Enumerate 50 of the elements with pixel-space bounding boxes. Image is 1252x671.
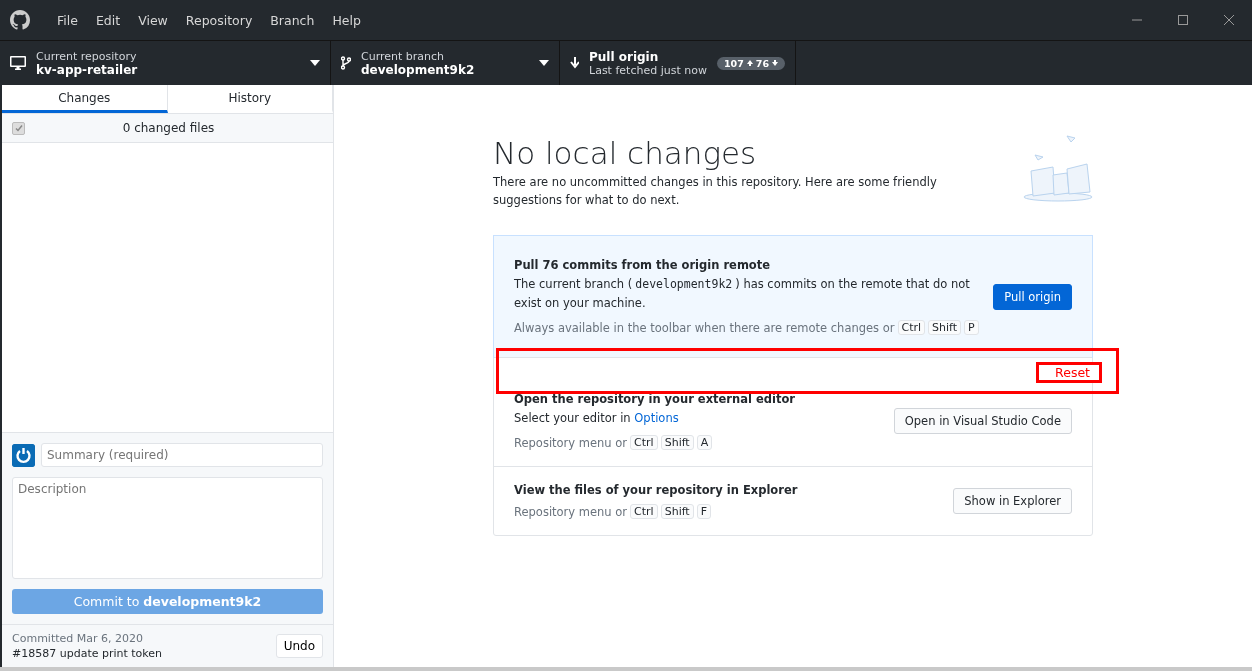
page-title: No local changes xyxy=(493,135,758,171)
shortcut-hint: Repository menu or xyxy=(514,435,628,450)
pull-origin-button[interactable]: Pull origin Last fetched just now 107 76 xyxy=(560,41,796,85)
commit-date: Committed Mar 6, 2020 xyxy=(12,632,144,645)
tab[interactable]: Changes xyxy=(2,85,168,113)
ahead-behind-badge: 107 76 xyxy=(716,56,785,70)
page-description: There are no uncommitted changes in this repository. Here are some friendly suggestions for what to do next. xyxy=(493,174,938,209)
arrow-down-icon xyxy=(570,57,579,69)
monitor-icon xyxy=(10,56,26,70)
github-logo-icon xyxy=(10,10,30,30)
suggestion-title: Pull 76 commits from the origin remote xyxy=(514,258,772,272)
action-button[interactable]: Show in Explorer xyxy=(953,488,1072,514)
branch-icon xyxy=(341,56,351,70)
menu-item[interactable]: Help xyxy=(323,12,370,28)
maximize-icon[interactable] xyxy=(1178,15,1188,25)
menu-item[interactable]: View xyxy=(129,12,177,28)
key-cap: Shift xyxy=(928,320,962,335)
action-button[interactable]: Pull origin xyxy=(993,283,1072,310)
key-cap: Ctrl xyxy=(897,320,926,335)
summary-field[interactable]: Summary (required) xyxy=(41,443,323,467)
key-cap: Shift xyxy=(660,435,694,450)
key-cap: Ctrl xyxy=(630,435,658,450)
select-all-checkbox[interactable] xyxy=(12,121,25,135)
shortcut-hint: Repository menu or xyxy=(514,504,628,519)
suggestion-title: View the files of your repository in Explorer xyxy=(514,483,799,497)
key-cap: Shift xyxy=(660,504,694,519)
commit-message: #18587 update print token xyxy=(12,647,163,660)
changed-files-count: 0 changed files xyxy=(121,121,216,135)
suggestion-text: Select your editor in Options xyxy=(514,410,680,427)
suggestion-title: Open the repository in your external editor xyxy=(514,392,796,406)
description-field[interactable]: Description xyxy=(12,477,323,579)
action-button[interactable]: Open in Visual Studio Code xyxy=(893,408,1072,434)
menu-item[interactable]: File xyxy=(48,12,87,28)
key-cap: A xyxy=(696,435,713,450)
caret-icon xyxy=(310,60,320,66)
key-cap: F xyxy=(696,504,711,519)
menu-item[interactable]: Repository xyxy=(176,12,262,28)
close-icon[interactable] xyxy=(1224,15,1234,25)
options-link[interactable]: Options xyxy=(634,411,679,425)
branch-selector[interactable]: Current branch development9k2 xyxy=(331,41,560,85)
key-cap: P xyxy=(964,320,979,335)
reset-label: Reset xyxy=(1036,362,1102,383)
menu-item[interactable]: Branch xyxy=(261,12,324,28)
avatar-icon xyxy=(12,443,35,467)
undo-button[interactable]: Undo xyxy=(275,634,323,658)
key-cap: Ctrl xyxy=(630,504,658,519)
suggestion-text: The current branch ( development9k2 ) has commits on the remote that do not exist on your machine. xyxy=(514,276,971,312)
shortcut-hint: Always available in the toolbar when there are remote changes or xyxy=(514,320,895,335)
menu-item[interactable]: Edit xyxy=(86,12,130,28)
caret-icon xyxy=(539,60,549,66)
